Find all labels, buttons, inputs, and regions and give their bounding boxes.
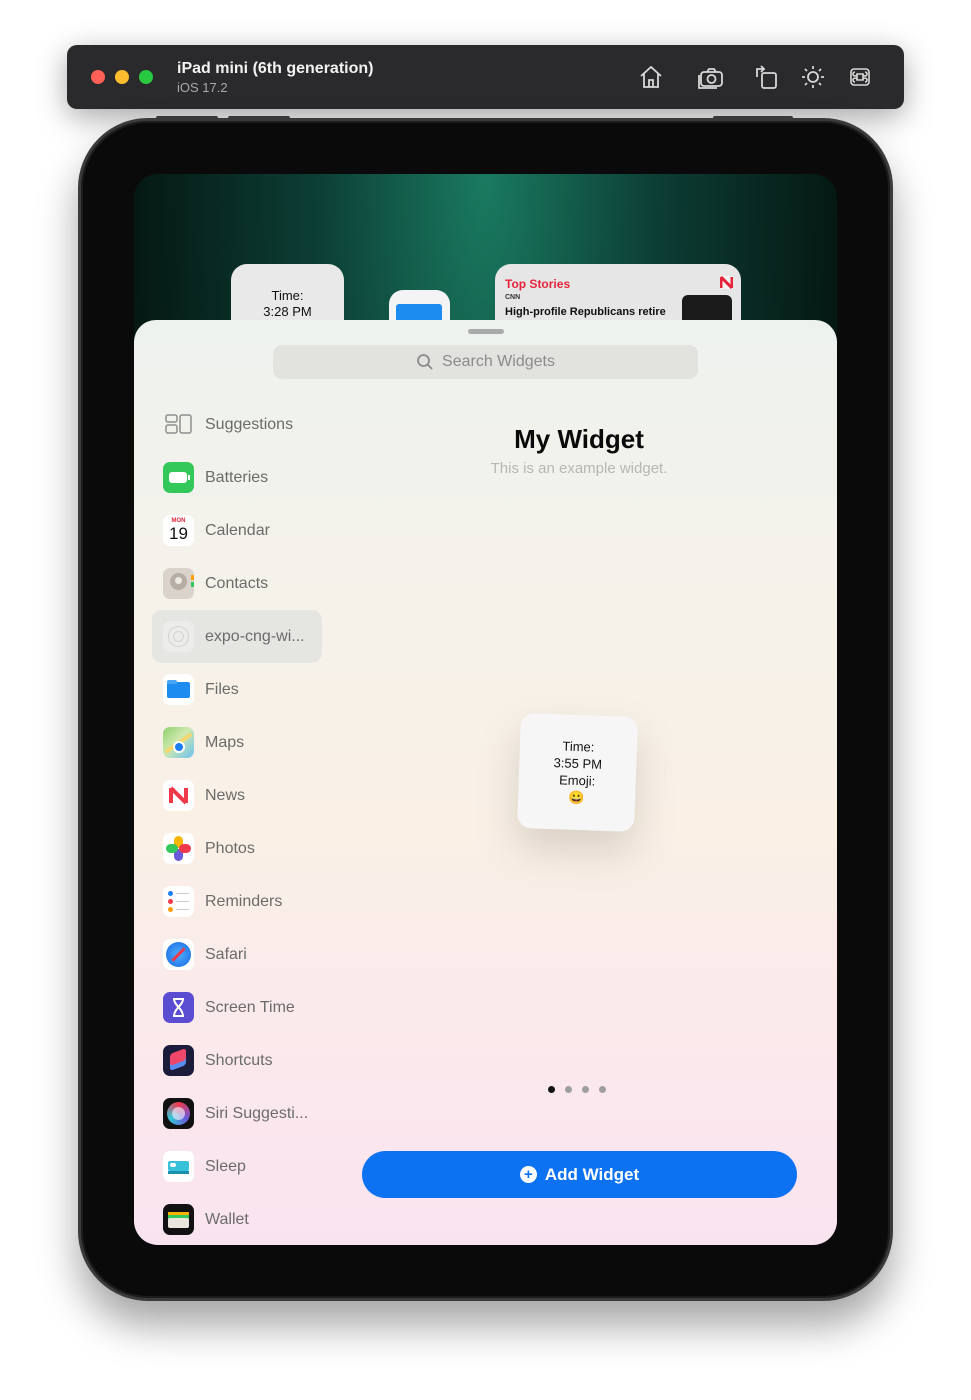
- news-widget-headline: High-profile Republicans retire: [505, 306, 666, 318]
- app-list-label: Wallet: [205, 1210, 249, 1228]
- page-dot[interactable]: [599, 1086, 606, 1093]
- wallet-icon: [163, 1204, 194, 1235]
- app-list-item[interactable]: expo-cng-wi...: [152, 610, 322, 663]
- expo-app-icon: [163, 621, 194, 652]
- search-icon: [417, 354, 433, 370]
- appearance-icon[interactable]: [799, 63, 827, 91]
- reminders-icon: [163, 886, 194, 917]
- app-list-label: Safari: [205, 945, 247, 963]
- device-screen: Time: 3:28 PM Top Stories CNN High-profi…: [134, 174, 837, 1245]
- page-dot[interactable]: [582, 1086, 589, 1093]
- preview-emoji: 😀: [568, 789, 585, 806]
- rotate-icon[interactable]: [752, 63, 780, 91]
- os-version: iOS 17.2: [177, 80, 228, 95]
- app-list-label: Reminders: [205, 892, 283, 910]
- app-list-label: Sleep: [205, 1157, 246, 1175]
- volume-button: [228, 116, 290, 120]
- add-widget-button[interactable]: + Add Widget: [362, 1151, 797, 1198]
- widget-app-list: Suggestions Batteries MON 19 Calendar Contact…: [152, 398, 322, 1245]
- volume-button: [156, 116, 218, 120]
- page-indicator[interactable]: [548, 1086, 606, 1093]
- close-window-button[interactable]: [91, 70, 105, 84]
- siri-icon: [163, 1098, 194, 1129]
- app-list-label: Screen Time: [205, 998, 295, 1016]
- home-time-label: Time:: [271, 288, 304, 303]
- command-icon[interactable]: [846, 63, 874, 91]
- app-list-item[interactable]: Reminders: [152, 875, 322, 928]
- safari-icon: [163, 939, 194, 970]
- widget-preview[interactable]: Time: 3:55 PM Emoji: 😀: [517, 712, 638, 833]
- app-list-item[interactable]: MON 19 Calendar: [152, 504, 322, 557]
- app-list-item[interactable]: Contacts: [152, 557, 322, 610]
- screenshot-icon[interactable]: [697, 63, 725, 91]
- app-list-item[interactable]: Safari: [152, 928, 322, 981]
- photos-icon: [163, 833, 194, 864]
- app-list-label: Batteries: [205, 468, 269, 486]
- app-list-label: Siri Suggesti...: [205, 1104, 309, 1122]
- simulator-title-bar: iPad mini (6th generation) iOS 17.2: [67, 45, 904, 109]
- device-name: iPad mini (6th generation): [177, 60, 374, 77]
- app-list-item[interactable]: Sleep: [152, 1140, 322, 1193]
- app-list-item[interactable]: Siri Suggesti...: [152, 1087, 322, 1140]
- home-icon[interactable]: [637, 63, 665, 91]
- app-list-item[interactable]: Shortcuts: [152, 1034, 322, 1087]
- app-list-item[interactable]: Maps: [152, 716, 322, 769]
- app-list-label: Calendar: [205, 521, 270, 539]
- page-dot[interactable]: [548, 1086, 555, 1093]
- sleep-icon: [163, 1151, 194, 1182]
- contacts-icon: [163, 568, 194, 599]
- sheet-grabber[interactable]: [468, 329, 504, 334]
- app-list-label: expo-cng-wi...: [205, 627, 305, 645]
- home-time-value: 3:28 PM: [263, 304, 312, 319]
- search-placeholder: Search Widgets: [442, 353, 555, 370]
- app-list-label: Contacts: [205, 574, 269, 592]
- shortcuts-icon: [163, 1045, 194, 1076]
- app-list-item[interactable]: Wallet: [152, 1193, 322, 1245]
- zoom-window-button[interactable]: [139, 70, 153, 84]
- app-list-label: News: [205, 786, 246, 804]
- plus-circle-icon: +: [519, 1166, 537, 1183]
- search-widgets-field[interactable]: Search Widgets: [273, 345, 698, 379]
- maps-icon: [163, 727, 194, 758]
- app-list-item[interactable]: Screen Time: [152, 981, 322, 1034]
- news-logo-icon: [719, 275, 734, 290]
- suggestions-icon: [163, 409, 194, 440]
- app-list-label: Files: [205, 680, 239, 698]
- app-list-item[interactable]: Photos: [152, 822, 322, 875]
- power-button: [713, 116, 793, 120]
- widget-subtitle: This is an example widget.: [490, 460, 668, 477]
- app-list-label: Shortcuts: [205, 1051, 273, 1069]
- page-dot[interactable]: [565, 1086, 572, 1093]
- app-list-label: Suggestions: [205, 415, 294, 433]
- widget-title: My Widget: [514, 424, 644, 454]
- calendar-icon: MON 19: [163, 515, 194, 546]
- news-widget-source: CNN: [505, 294, 521, 301]
- calendar-day: 19: [169, 524, 188, 543]
- app-list-label: Maps: [205, 733, 245, 751]
- widget-gallery-sheet: Search Widgets Suggestions Batteries MON 19…: [134, 320, 837, 1245]
- app-list-item[interactable]: Batteries: [152, 451, 322, 504]
- files-icon: [163, 674, 194, 705]
- news-icon: [163, 780, 194, 811]
- app-list-item[interactable]: Files: [152, 663, 322, 716]
- minimize-window-button[interactable]: [115, 70, 129, 84]
- news-widget-title: Top Stories: [505, 277, 571, 291]
- batteries-icon: [163, 462, 194, 493]
- add-widget-label: Add Widget: [544, 1164, 640, 1184]
- app-list-label: Photos: [205, 839, 255, 857]
- app-list-item[interactable]: News: [152, 769, 322, 822]
- app-list-item[interactable]: Suggestions: [152, 398, 322, 451]
- screen-time-icon: [163, 992, 194, 1023]
